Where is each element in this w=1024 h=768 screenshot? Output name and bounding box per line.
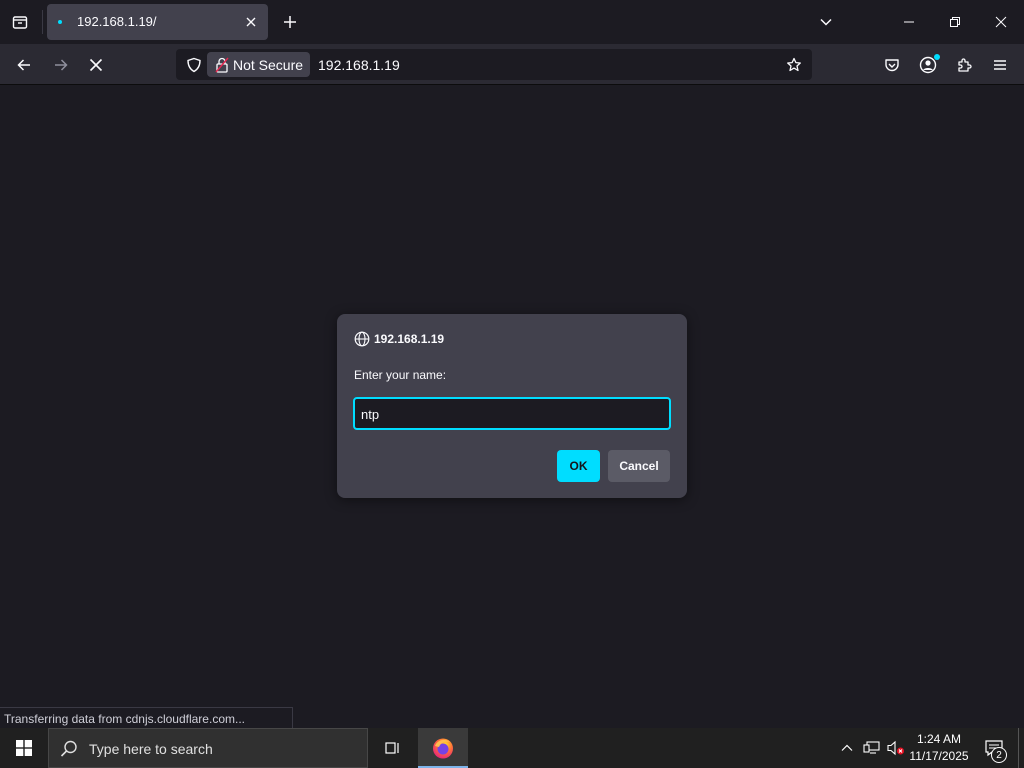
shield-icon <box>187 57 201 73</box>
firefox-icon <box>433 738 453 759</box>
chevron-up-icon <box>841 744 853 751</box>
window-restore-button[interactable] <box>932 0 978 44</box>
url-text[interactable]: 192.168.1.19 <box>318 57 400 73</box>
volume-muted-icon <box>887 740 904 756</box>
arrow-right-icon <box>55 59 68 71</box>
start-button[interactable] <box>0 728 48 768</box>
back-button[interactable] <box>8 49 40 81</box>
url-bar[interactable]: Not Secure 192.168.1.19 <box>176 49 812 80</box>
list-all-tabs-button[interactable] <box>810 6 842 38</box>
app-menu-button[interactable] <box>984 49 1016 81</box>
forward-button[interactable] <box>45 49 77 81</box>
task-view-button[interactable] <box>372 728 412 768</box>
plus-icon <box>284 16 296 28</box>
tab-title: 192.168.1.19/ <box>77 14 157 29</box>
arrow-left-icon <box>17 59 30 71</box>
hamburger-menu-icon <box>994 60 1006 70</box>
restore-icon <box>950 17 960 27</box>
tab-close-button[interactable] <box>240 11 262 33</box>
account-notification-dot <box>934 54 940 60</box>
navigation-toolbar: Not Secure 192.168.1.19 <box>0 44 1024 85</box>
tab-strip: 192.168.1.19/ <box>0 0 1024 44</box>
firefox-view-icon <box>12 16 28 29</box>
windows-logo-icon <box>16 740 32 756</box>
search-placeholder: Type here to search <box>89 741 213 757</box>
search-icon <box>60 740 77 757</box>
windows-taskbar: Type here to search 1:24 AM 11/17/2025 2 <box>0 728 1024 768</box>
tab-loading-icon <box>58 20 62 24</box>
pocket-icon <box>885 59 899 72</box>
show-hidden-icons-button[interactable] <box>835 728 859 768</box>
minimize-icon <box>904 21 914 23</box>
puzzle-icon <box>958 58 972 72</box>
extensions-button[interactable] <box>948 49 980 81</box>
task-view-icon <box>385 742 399 754</box>
system-clock[interactable]: 1:24 AM 11/17/2025 <box>906 731 972 765</box>
close-icon <box>995 16 1007 28</box>
taskbar-search-box[interactable]: Type here to search <box>48 728 368 768</box>
new-tab-button[interactable] <box>276 6 304 38</box>
tracking-protection-button[interactable] <box>182 53 206 77</box>
clock-date: 11/17/2025 <box>909 749 969 763</box>
dialog-origin: 192.168.1.19 <box>374 332 445 346</box>
ok-button[interactable]: OK <box>557 450 600 482</box>
stop-button[interactable] <box>80 49 112 81</box>
prompt-dialog: 192.168.1.19 Enter your name: OK Cancel <box>337 314 687 498</box>
volume-button[interactable] <box>884 728 908 768</box>
notification-center-button[interactable]: 2 <box>976 728 1012 768</box>
insecure-lock-icon <box>215 57 229 73</box>
clock-time: 1:24 AM <box>916 732 962 746</box>
close-icon <box>246 17 256 27</box>
star-icon <box>787 57 801 72</box>
firefox-view-button[interactable] <box>4 6 36 38</box>
globe-icon <box>354 331 370 347</box>
chevron-down-icon <box>820 18 832 26</box>
window-minimize-button[interactable] <box>886 0 932 44</box>
account-button[interactable] <box>912 49 944 81</box>
not-secure-label: Not Secure <box>233 56 304 73</box>
site-security-button[interactable]: Not Secure <box>207 52 310 77</box>
window-close-button[interactable] <box>978 0 1024 44</box>
name-input[interactable] <box>355 399 669 428</box>
network-button[interactable] <box>860 728 884 768</box>
network-icon <box>863 741 880 754</box>
show-desktop-button[interactable] <box>1018 728 1024 768</box>
cancel-button[interactable]: Cancel <box>608 450 670 482</box>
tab-active[interactable]: 192.168.1.19/ <box>47 4 268 40</box>
name-input-wrapper <box>353 397 671 430</box>
tab-strip-separator <box>42 10 43 34</box>
notification-count-badge: 2 <box>991 747 1007 763</box>
dialog-message: Enter your name: <box>354 368 447 382</box>
bookmark-button[interactable] <box>782 53 806 77</box>
stop-icon <box>89 58 103 72</box>
taskbar-firefox-button[interactable] <box>418 728 468 768</box>
pocket-button[interactable] <box>876 49 908 81</box>
status-panel: Transferring data from cdnjs.cloudflare.… <box>0 707 293 728</box>
